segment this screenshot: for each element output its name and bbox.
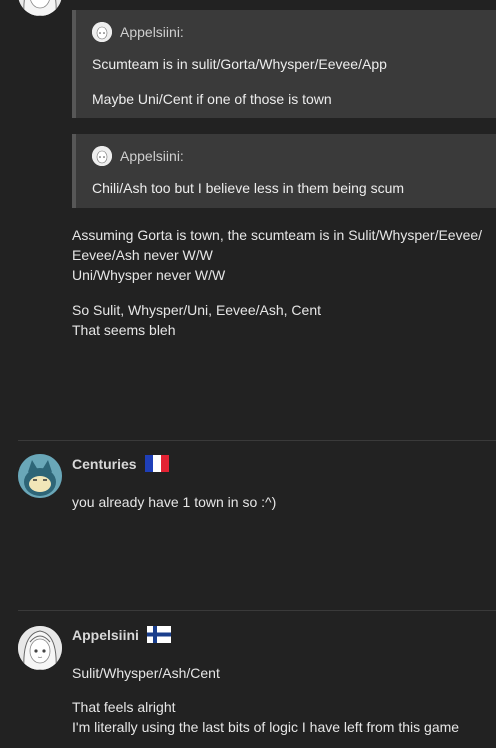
post-line: Eevee/Ash never W/W [72,247,213,263]
quote-line: Maybe Uni/Cent if one of those is town [92,91,332,107]
avatar-centuries[interactable] [18,454,62,498]
quote-block-2: Appelsiini: Chili/Ash too but I believe … [72,134,496,208]
munchlax-avatar-icon [18,454,62,498]
post-line: Assuming Gorta is town, the scumteam is … [72,227,483,243]
post-line: Uni/Whysper never W/W [72,267,226,283]
quote-line: Scumteam is in sulit/Gorta/Whysper/Eevee… [92,56,387,72]
post-line: That seems bleh [72,322,176,338]
quote-author[interactable]: Appelsiini: [120,148,184,164]
france-flag-icon [144,455,169,472]
quote-avatar-icon [92,22,112,42]
avatar-appelsiini[interactable] [18,626,62,670]
post-author[interactable]: Appelsiini [72,627,139,643]
finland-flag-icon [146,626,171,643]
post-line: So Sulit, Whysper/Uni, Eevee/Ash, Cent [72,302,321,318]
anime-girl-avatar-icon [18,626,62,670]
quote-author[interactable]: Appelsiini: [120,24,184,40]
post-line: I'm literally using the last bits of log… [72,719,460,735]
post-author[interactable]: Centuries [72,456,137,472]
post-divider [18,440,496,441]
post-divider [18,610,496,611]
avatar-appelsiini-top[interactable] [18,0,62,16]
anime-girl-avatar-icon [18,0,62,16]
quote-block-1: Appelsiini: Scumteam is in sulit/Gorta/W… [72,10,496,118]
post-author-row: Appelsiini [72,626,171,643]
post-line: Sulit/Whysper/Ash/Cent [72,665,220,681]
quote-line: Chili/Ash too but I believe less in them… [92,180,405,196]
quote-avatar-icon [92,146,112,166]
quote-header: Appelsiini: [92,22,184,42]
post-author-row: Centuries [72,455,169,472]
post-line: That feels alright [72,699,176,715]
quote-header: Appelsiini: [92,146,184,166]
post-line: you already have 1 town in so :^) [72,494,277,510]
